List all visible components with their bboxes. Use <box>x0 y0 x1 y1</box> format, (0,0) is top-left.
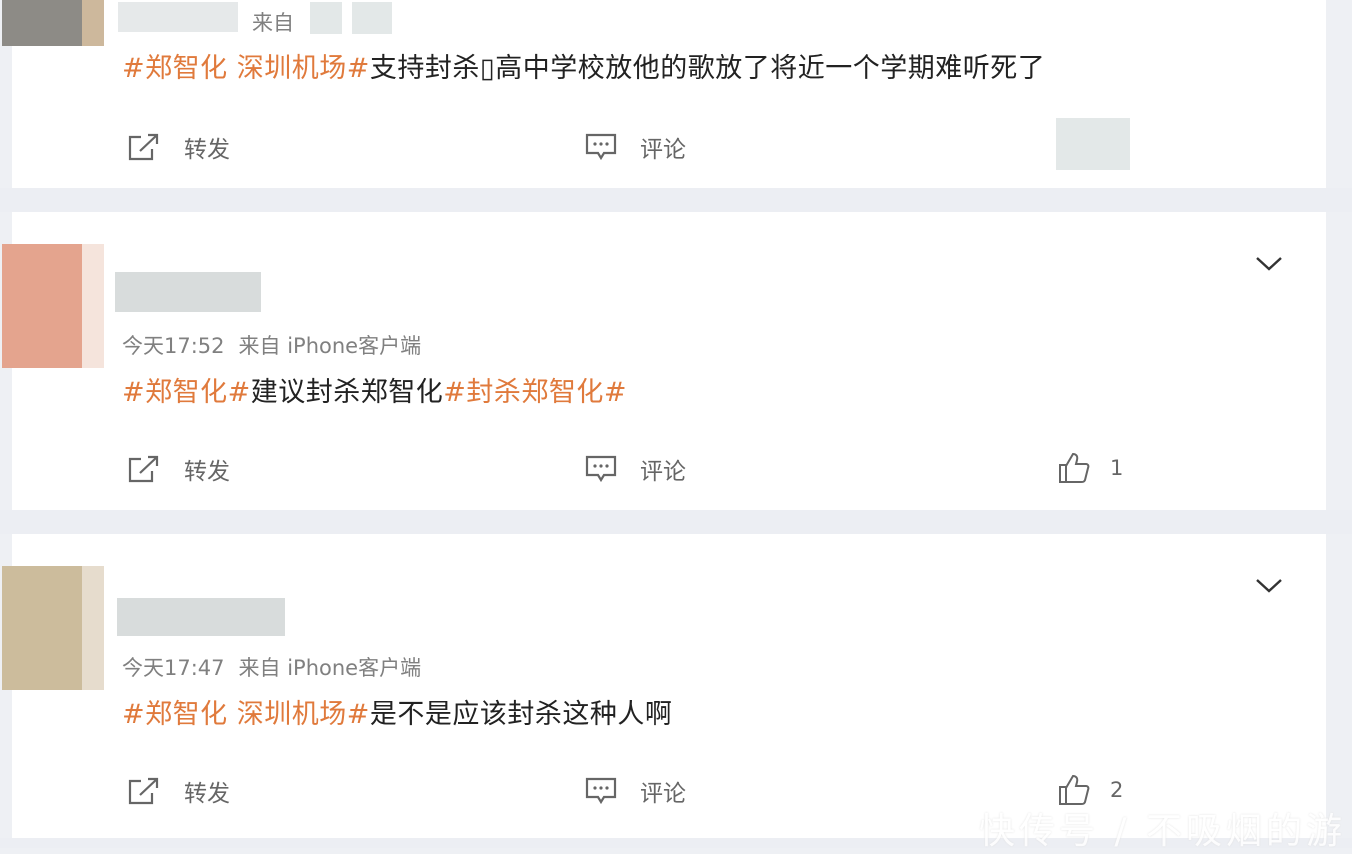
username-blurred[interactable] <box>118 2 238 32</box>
repost-button[interactable]: 转发 <box>126 774 230 808</box>
post-card: 今天17:47 来自 iPhone客户端 #郑智化 深圳机场#是不是应该封杀这种人… <box>2 534 1326 838</box>
comment-icon <box>585 777 617 805</box>
post-source: 来自 iPhone客户端 <box>238 656 422 680</box>
repost-icon <box>128 133 159 161</box>
repost-icon <box>128 455 159 483</box>
like-count: 2 <box>1110 778 1124 802</box>
post-text: #郑智化 深圳机场#是不是应该封杀这种人啊 <box>122 692 672 731</box>
post-text: #郑智化 深圳机场#支持封杀▯高中学校放他的歌放了将近一个学期难听死了 <box>122 46 1045 85</box>
repost-label: 转发 <box>184 781 230 807</box>
comment-label: 评论 <box>640 459 686 485</box>
post-meta: 今天17:47 来自 iPhone客户端 <box>122 652 435 682</box>
repost-icon <box>128 777 159 805</box>
source-blurred <box>310 2 342 34</box>
post-text: #郑智化#建议封杀郑智化#封杀郑智化# <box>122 370 627 409</box>
post-card: 今天17:52 来自 iPhone客户端 #郑智化#建议封杀郑智化#封杀郑智化# … <box>2 212 1326 510</box>
comment-button[interactable]: 评论 <box>584 452 686 486</box>
chevron-down-icon[interactable] <box>1254 576 1284 596</box>
username-blurred[interactable] <box>117 598 285 636</box>
post-body: 建议封杀郑智化 <box>250 377 444 408</box>
comment-icon <box>585 133 617 161</box>
comment-button[interactable]: 评论 <box>584 130 686 164</box>
comment-button[interactable]: 评论 <box>584 774 686 808</box>
hashtag-link[interactable]: #郑智化 深圳机场# <box>122 53 370 84</box>
like-button[interactable]: 1 <box>1056 450 1123 486</box>
post-card: 来自 #郑智化 深圳机场#支持封杀▯高中学校放他的歌放了将近一个学期难听死了 转… <box>2 0 1326 188</box>
source-blurred <box>352 2 392 34</box>
post-body: 支持封杀▯高中学校放他的歌放了将近一个学期难听死了 <box>369 53 1046 84</box>
post-source: 来自 iPhone客户端 <box>238 334 422 358</box>
feed-separator <box>0 510 1352 534</box>
repost-label: 转发 <box>184 459 230 485</box>
feed-separator <box>0 188 1352 212</box>
post-meta: 来自 <box>252 7 308 37</box>
chevron-down-icon[interactable] <box>1254 254 1284 274</box>
repost-button[interactable]: 转发 <box>126 452 230 486</box>
avatar-edge <box>82 566 104 690</box>
like-count: 1 <box>1110 456 1124 480</box>
comment-label: 评论 <box>640 137 686 163</box>
post-meta: 今天17:52 来自 iPhone客户端 <box>122 330 435 360</box>
watermark: 快传号 / 不吸烟的游 <box>978 811 1346 852</box>
comment-icon <box>585 455 617 483</box>
hashtag-link[interactable]: #封杀郑智化# <box>443 377 627 408</box>
thumbs-up-icon <box>1059 452 1090 483</box>
comment-label: 评论 <box>640 781 686 807</box>
repost-label: 转发 <box>184 137 230 163</box>
post-time: 今天17:47 <box>122 656 225 680</box>
avatar-edge <box>82 244 104 368</box>
post-time: 今天17:52 <box>122 334 225 358</box>
hashtag-link[interactable]: #郑智化# <box>122 377 251 408</box>
repost-button[interactable]: 转发 <box>126 130 230 164</box>
avatar-edge <box>82 0 104 46</box>
username-blurred[interactable] <box>115 272 261 312</box>
post-source: 来自 <box>252 11 294 35</box>
hashtag-link[interactable]: #郑智化 深圳机场# <box>122 699 370 730</box>
post-body: 是不是应该封杀这种人啊 <box>369 699 673 730</box>
like-button-blurred[interactable] <box>1056 118 1130 170</box>
